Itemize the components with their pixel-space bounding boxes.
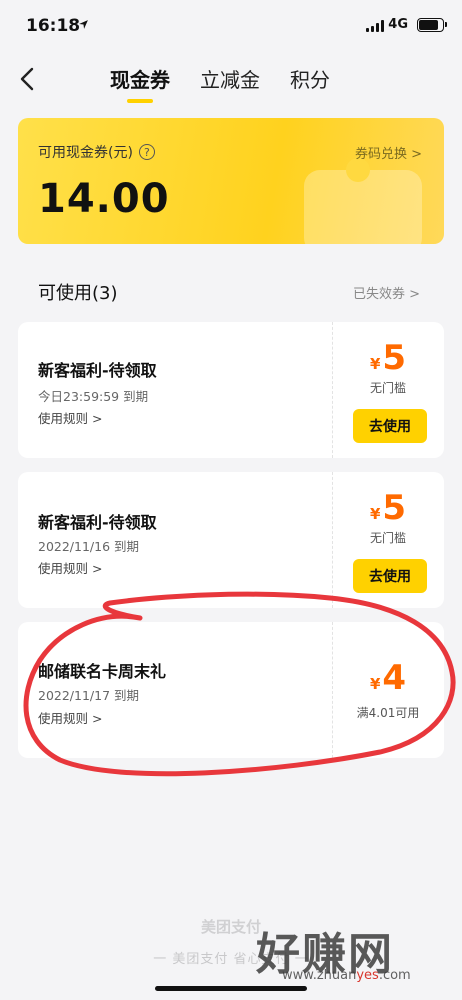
currency-symbol: ¥ bbox=[369, 505, 381, 523]
network-type: 4G bbox=[388, 17, 408, 32]
ticket-decoration bbox=[304, 158, 422, 244]
tab-label: 立减金 bbox=[200, 68, 260, 92]
cash-label: 可用现金券(元) ? bbox=[38, 142, 155, 162]
use-coupon-button[interactable]: 去使用 bbox=[353, 409, 427, 443]
tab-cash-coupon[interactable]: 现金券 bbox=[110, 64, 170, 103]
status-time: 16:18 bbox=[26, 16, 81, 36]
location-arrow-icon bbox=[79, 20, 88, 29]
code-exchange-link[interactable]: 券码兑换 > bbox=[355, 143, 422, 162]
coupon-card[interactable]: 新客福利-待领取 2022/11/16 到期 使用规则 > ¥5 无门槛 去使用 bbox=[18, 472, 444, 608]
cash-label-text: 可用现金券(元) bbox=[38, 145, 133, 161]
coupon-card[interactable]: 新客福利-待领取 今日23:59:59 到期 使用规则 > ¥5 无门槛 去使用 bbox=[18, 322, 444, 458]
coupon-value: 5 bbox=[382, 488, 407, 528]
coupon-value: 4 bbox=[382, 658, 407, 698]
tab-bar: 现金券 立减金 积分 bbox=[110, 64, 330, 103]
battery-icon bbox=[417, 18, 447, 32]
tab-instant-discount[interactable]: 立减金 bbox=[200, 64, 260, 103]
tab-label: 积分 bbox=[290, 68, 330, 92]
watermark-url: www.zhuanyes.com bbox=[282, 968, 411, 983]
watermark-url-suffix: .com bbox=[378, 968, 411, 983]
coupon-rules-link[interactable]: 使用规则 > bbox=[38, 408, 102, 427]
coupon-rules-link[interactable]: 使用规则 > bbox=[38, 558, 102, 577]
coupon-expire: 2022/11/17 到期 bbox=[38, 688, 140, 703]
coupon-price: ¥4 bbox=[332, 658, 444, 698]
coupon-expire: 2022/11/16 到期 bbox=[38, 539, 140, 554]
watermark-url-prefix: www.zhuan bbox=[282, 968, 357, 983]
coupon-expire: 今日23:59:59 到期 bbox=[38, 389, 149, 404]
currency-symbol: ¥ bbox=[369, 355, 381, 373]
top-nav: 现金券 立减金 积分 bbox=[0, 52, 462, 108]
coupon-name: 新客福利-待领取 bbox=[38, 513, 157, 532]
coupon-condition: 无门槛 bbox=[369, 531, 406, 545]
coupon-name: 邮储联名卡周末礼 bbox=[38, 662, 167, 681]
tab-label: 现金券 bbox=[110, 68, 170, 92]
home-indicator bbox=[155, 986, 307, 991]
coupon-price: ¥5 bbox=[332, 488, 444, 528]
tab-points[interactable]: 积分 bbox=[290, 64, 330, 103]
coupon-rules-link[interactable]: 使用规则 > bbox=[38, 708, 102, 727]
active-tab-indicator bbox=[127, 99, 153, 103]
cash-coupon-summary-card: 可用现金券(元) ? 14.00 券码兑换 > bbox=[18, 118, 444, 244]
coupon-condition: 满4.01可用 bbox=[356, 706, 420, 720]
coupon-condition: 无门槛 bbox=[369, 381, 406, 395]
currency-symbol: ¥ bbox=[369, 675, 381, 693]
watermark-url-highlight: yes bbox=[356, 968, 379, 983]
back-chevron-icon[interactable] bbox=[14, 64, 44, 94]
signal-icon bbox=[366, 20, 384, 32]
expired-coupons-link[interactable]: 已失效券 > bbox=[353, 283, 420, 302]
coupon-card[interactable]: 邮储联名卡周末礼 2022/11/17 到期 使用规则 > ¥4 满4.01可用 bbox=[18, 622, 444, 758]
coupon-value: 5 bbox=[382, 338, 407, 378]
cash-amount: 14.00 bbox=[38, 176, 170, 222]
help-question-icon[interactable]: ? bbox=[138, 144, 155, 160]
coupon-name: 新客福利-待领取 bbox=[38, 361, 157, 380]
use-coupon-button[interactable]: 去使用 bbox=[353, 559, 427, 593]
coupon-price: ¥5 bbox=[332, 338, 444, 378]
available-section-title: 可使用(3) bbox=[38, 283, 118, 304]
status-bar: 16:18 4G bbox=[0, 0, 462, 52]
